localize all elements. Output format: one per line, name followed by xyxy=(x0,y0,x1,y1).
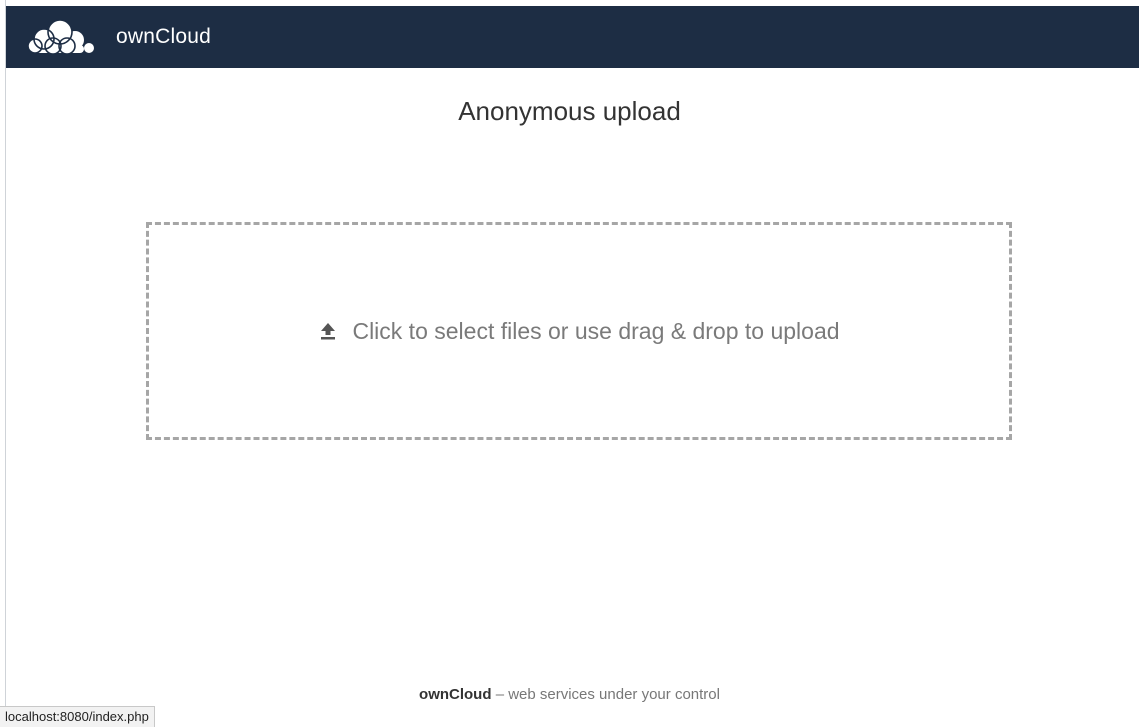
page: ownCloud Anonymous upload Click to selec… xyxy=(0,0,1139,727)
upload-dropzone[interactable]: Click to select files or use drag & drop… xyxy=(146,222,1012,440)
owncloud-cloud-logo-icon[interactable] xyxy=(22,15,98,59)
header-brand-name: ownCloud xyxy=(116,25,211,48)
footer-tagline: – web services under your control xyxy=(495,686,720,703)
top-header: ownCloud xyxy=(6,6,1139,68)
browser-status-url: localhost:8080/index.php xyxy=(0,706,155,727)
footer: ownCloud – web services under your contr… xyxy=(0,686,1139,703)
footer-brand-link[interactable]: ownCloud xyxy=(419,686,491,703)
upload-arrow-icon xyxy=(318,320,338,342)
page-title: Anonymous upload xyxy=(458,96,681,126)
dropzone-instructions: Click to select files or use drag & drop… xyxy=(352,317,840,344)
